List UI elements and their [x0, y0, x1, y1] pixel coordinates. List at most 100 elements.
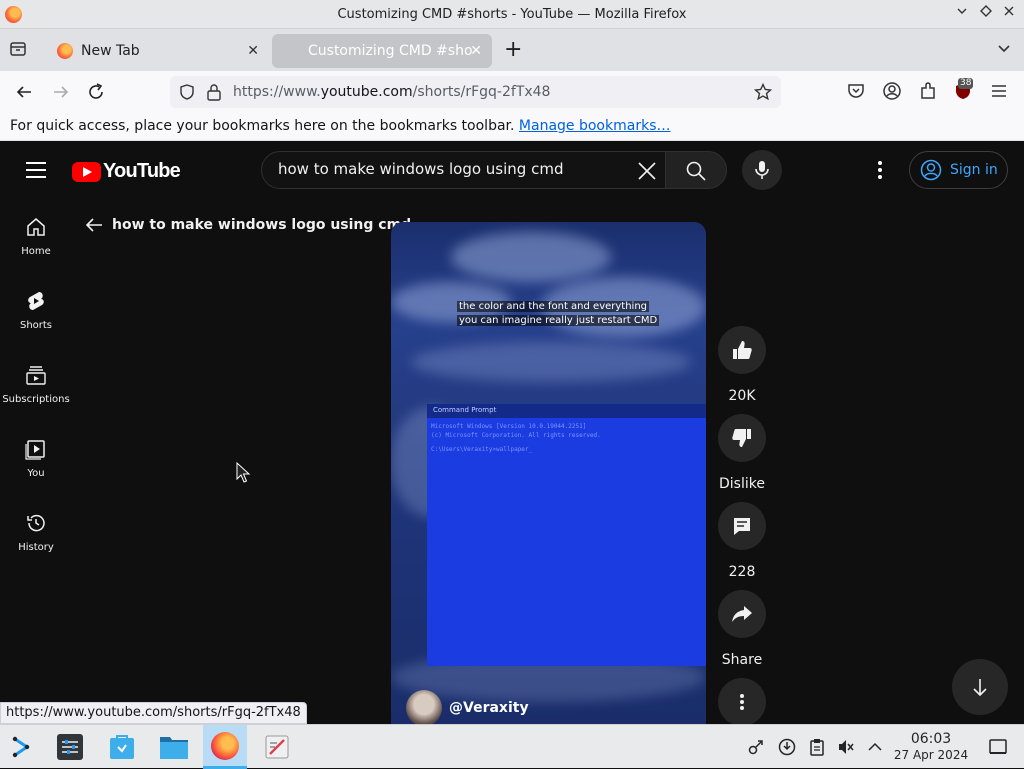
account-icon[interactable]	[882, 81, 904, 103]
cmd-title: Command Prompt	[427, 404, 706, 418]
share-action[interactable]: Share	[718, 590, 766, 668]
lock-icon[interactable]	[206, 83, 222, 101]
shorts-icon	[28, 292, 44, 310]
dislike-action[interactable]: Dislike	[718, 414, 766, 492]
show-hidden-icons-tray-icon[interactable]	[866, 738, 884, 756]
voice-search-button[interactable]	[742, 150, 782, 190]
close-tab-icon[interactable]: ✕	[470, 43, 482, 59]
subscriptions-icon	[26, 366, 46, 385]
cmd-output: Microsoft Windows [Version 10.0.19044.22…	[431, 423, 601, 453]
close-window-icon[interactable]	[1000, 5, 1018, 23]
tab-youtube-short[interactable]: Customizing CMD #shorts - YouTube ✕	[272, 34, 492, 200]
guide-menu-icon[interactable]	[26, 162, 46, 178]
youtube-play-icon	[72, 161, 101, 182]
back-icon[interactable]	[13, 81, 35, 103]
account-circle-icon	[920, 159, 942, 181]
guide-item-shorts[interactable]: Shorts	[0, 279, 72, 343]
mouse-pointer-icon	[236, 462, 251, 483]
guide-item-home[interactable]: Home	[0, 205, 72, 269]
youtube-logo[interactable]: YouTube	[72, 160, 181, 183]
next-video-button[interactable]	[952, 659, 1008, 715]
window-titlebar: Customizing CMD #shorts - YouTube — Mozi…	[0, 0, 1024, 29]
url-text: https://www.youtube.com/shorts/rFgq-2fTx…	[233, 84, 551, 100]
more-actions-button[interactable]	[718, 678, 766, 726]
sign-in-button[interactable]: Sign in	[909, 151, 1008, 189]
clock-time: 06:03	[910, 731, 952, 747]
guide-item-subscriptions[interactable]: Subscriptions	[0, 353, 72, 417]
like-button[interactable]	[718, 326, 766, 374]
dislike-button[interactable]	[718, 414, 766, 462]
taskbar: 06:03 27 Apr 2024	[0, 724, 1024, 769]
bookmark-star-icon[interactable]	[754, 83, 772, 101]
share-button[interactable]	[718, 590, 766, 638]
search-icon	[686, 161, 706, 181]
new-tab-button[interactable]: +	[504, 38, 522, 62]
show-desktop-icon[interactable]	[989, 738, 1007, 756]
search-box[interactable]	[261, 151, 666, 189]
firefox-icon	[57, 43, 73, 59]
back-query-label: how to make windows logo using cmd	[112, 217, 412, 233]
volume-muted-tray-icon[interactable]	[837, 738, 855, 756]
arrow-back-icon	[85, 218, 102, 232]
tracking-protection-shield-icon[interactable]	[178, 83, 196, 101]
clipboard-tray-icon[interactable]	[808, 738, 826, 756]
list-all-tabs-icon[interactable]	[996, 41, 1012, 57]
channel-handle: @Veraxity	[449, 700, 529, 716]
tab-label: Customizing CMD #shorts - YouTube	[308, 43, 473, 59]
pocket-icon[interactable]	[846, 81, 868, 103]
extension-badge: 38	[958, 78, 974, 89]
forward-icon[interactable]	[50, 81, 72, 103]
home-icon	[27, 218, 45, 236]
sign-in-label: Sign in	[950, 162, 998, 178]
maximize-icon[interactable]	[977, 5, 995, 23]
clock-date: 27 Apr 2024	[893, 748, 969, 762]
comments-action[interactable]: 228	[718, 502, 766, 580]
share-icon	[732, 606, 752, 622]
guide-item-you[interactable]: You	[0, 427, 72, 491]
hamburger-menu-icon[interactable]	[989, 81, 1011, 103]
video-caption: the color and the font and everything yo…	[457, 301, 660, 326]
comment-count: 228	[728, 564, 756, 580]
reload-icon[interactable]	[85, 81, 107, 103]
firefox-taskbar-icon[interactable]	[203, 725, 247, 769]
address-bar[interactable]: https://www.youtube.com/shorts/rFgq-2fTx…	[170, 76, 781, 108]
tab-strip: New Tab ✕ Customizing CMD #shorts - YouT…	[0, 29, 1024, 200]
kde-connect-tray-icon[interactable]	[747, 738, 765, 756]
tab-new-tab[interactable]: New Tab ✕	[45, 34, 269, 68]
channel-avatar[interactable]	[406, 690, 442, 724]
command-prompt-window: Command Prompt Microsoft Windows [Versio…	[427, 404, 706, 666]
history-icon	[27, 514, 45, 532]
thumbs-up-icon	[733, 341, 752, 359]
firefox-logo-icon	[5, 6, 22, 23]
window-title: Customizing CMD #shorts - YouTube — Mozi…	[337, 6, 687, 22]
search-input[interactable]	[278, 160, 618, 178]
close-tab-icon[interactable]: ✕	[247, 43, 259, 59]
settings-more-icon[interactable]	[870, 159, 890, 181]
minimize-icon[interactable]	[953, 5, 971, 23]
firefox-view-icon[interactable]	[8, 40, 30, 60]
status-link-preview: https://www.youtube.com/shorts/rFgq-2fTx…	[0, 702, 307, 724]
clear-search-icon[interactable]	[637, 161, 657, 181]
tab-label: New Tab	[81, 43, 140, 59]
discover-store-icon[interactable]	[100, 725, 144, 769]
like-action[interactable]: 20K	[718, 326, 766, 404]
more-vert-icon	[740, 694, 744, 710]
arrow-down-icon	[973, 679, 987, 697]
search-button[interactable]	[665, 151, 727, 189]
text-editor-icon[interactable]	[255, 725, 299, 769]
system-settings-icon[interactable]	[48, 725, 92, 769]
manage-bookmarks-link[interactable]: Manage bookmarks…	[519, 118, 671, 134]
short-video-player[interactable]: the color and the font and everything yo…	[391, 222, 706, 724]
extensions-icon[interactable]	[918, 81, 940, 103]
update-notifier-tray-icon[interactable]	[778, 738, 796, 756]
file-manager-icon[interactable]	[152, 725, 196, 769]
comments-button[interactable]	[718, 502, 766, 550]
channel-link[interactable]: @Veraxity	[406, 690, 529, 724]
application-launcher-icon[interactable]	[0, 725, 44, 769]
digital-clock[interactable]: 06:03 27 Apr 2024	[890, 731, 972, 763]
share-label: Share	[721, 652, 763, 668]
back-to-search[interactable]: how to make windows logo using cmd	[84, 215, 411, 235]
you-icon	[25, 440, 45, 460]
guide-item-history[interactable]: History	[0, 501, 72, 565]
thumbs-down-icon	[732, 429, 751, 447]
